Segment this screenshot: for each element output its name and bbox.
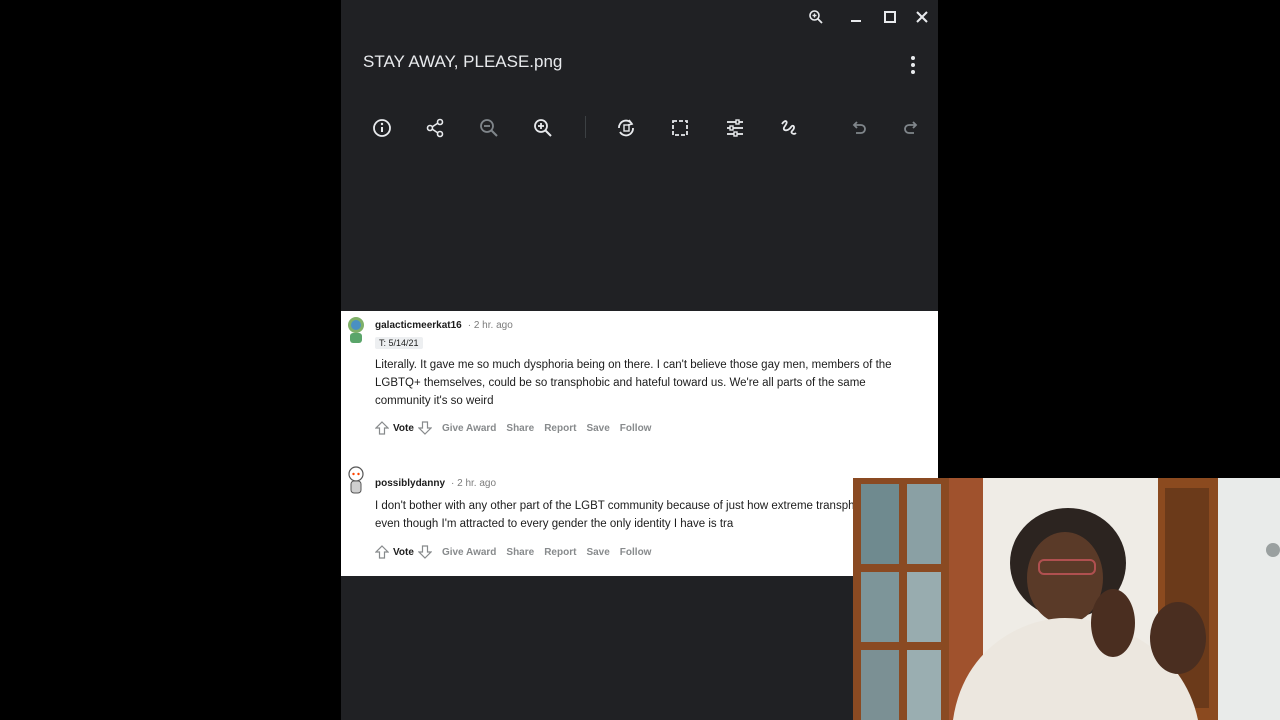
- comment-actions: Vote Give Award Share Report Save Follow: [374, 545, 652, 559]
- webcam-overlay: [853, 478, 1280, 720]
- comment-time: · 2 hr. ago: [451, 478, 497, 489]
- displayed-image: galacticmeerkat16 · 2 hr. ago T: 5/14/21 …: [341, 311, 938, 576]
- maximize-icon[interactable]: [877, 6, 903, 28]
- markup-icon[interactable]: [775, 114, 803, 142]
- downvote-icon[interactable]: [417, 545, 433, 559]
- comment-username[interactable]: galacticmeerkat16 · 2 hr. ago: [375, 320, 513, 331]
- comment-body: I don't bother with any other part of th…: [375, 500, 891, 530]
- user-flair: T: 5/14/21: [375, 337, 423, 349]
- give-award-button[interactable]: Give Award: [442, 423, 496, 434]
- comment-username[interactable]: possiblydanny · 2 hr. ago: [375, 478, 496, 489]
- zoom-in-icon[interactable]: [529, 114, 557, 142]
- zoom-out-icon[interactable]: [475, 114, 503, 142]
- upvote-icon[interactable]: [374, 545, 390, 559]
- more-options-icon[interactable]: [902, 52, 924, 78]
- downvote-icon[interactable]: [417, 421, 433, 435]
- toolbar-divider: [585, 116, 586, 138]
- report-button[interactable]: Report: [544, 547, 576, 558]
- info-icon[interactable]: [368, 114, 396, 142]
- comment-actions: Vote Give Award Share Report Save Follow: [374, 421, 652, 435]
- share-button[interactable]: Share: [506, 547, 534, 558]
- file-title: STAY AWAY, PLEASE.png: [363, 52, 563, 71]
- zoom-icon[interactable]: [803, 6, 829, 28]
- share-icon[interactable]: [421, 114, 449, 142]
- vote-count: Vote: [393, 422, 414, 434]
- avatar: [345, 315, 367, 345]
- comment-time: · 2 hr. ago: [467, 320, 513, 331]
- redo-icon[interactable]: [898, 114, 926, 142]
- rotate-icon[interactable]: [612, 114, 640, 142]
- adjust-icon[interactable]: [721, 114, 749, 142]
- comment-body: Literally. It gave me so much dysphoria …: [375, 359, 892, 407]
- avatar: [345, 465, 367, 495]
- vote-count: Vote: [393, 546, 414, 558]
- crop-icon[interactable]: [666, 114, 694, 142]
- share-button[interactable]: Share: [506, 423, 534, 434]
- give-award-button[interactable]: Give Award: [442, 547, 496, 558]
- close-icon[interactable]: [909, 6, 935, 28]
- minimize-icon[interactable]: [843, 6, 869, 28]
- undo-icon[interactable]: [844, 114, 872, 142]
- upvote-icon[interactable]: [374, 421, 390, 435]
- save-button[interactable]: Save: [586, 547, 609, 558]
- report-button[interactable]: Report: [544, 423, 576, 434]
- follow-button[interactable]: Follow: [620, 423, 652, 434]
- save-button[interactable]: Save: [586, 423, 609, 434]
- follow-button[interactable]: Follow: [620, 547, 652, 558]
